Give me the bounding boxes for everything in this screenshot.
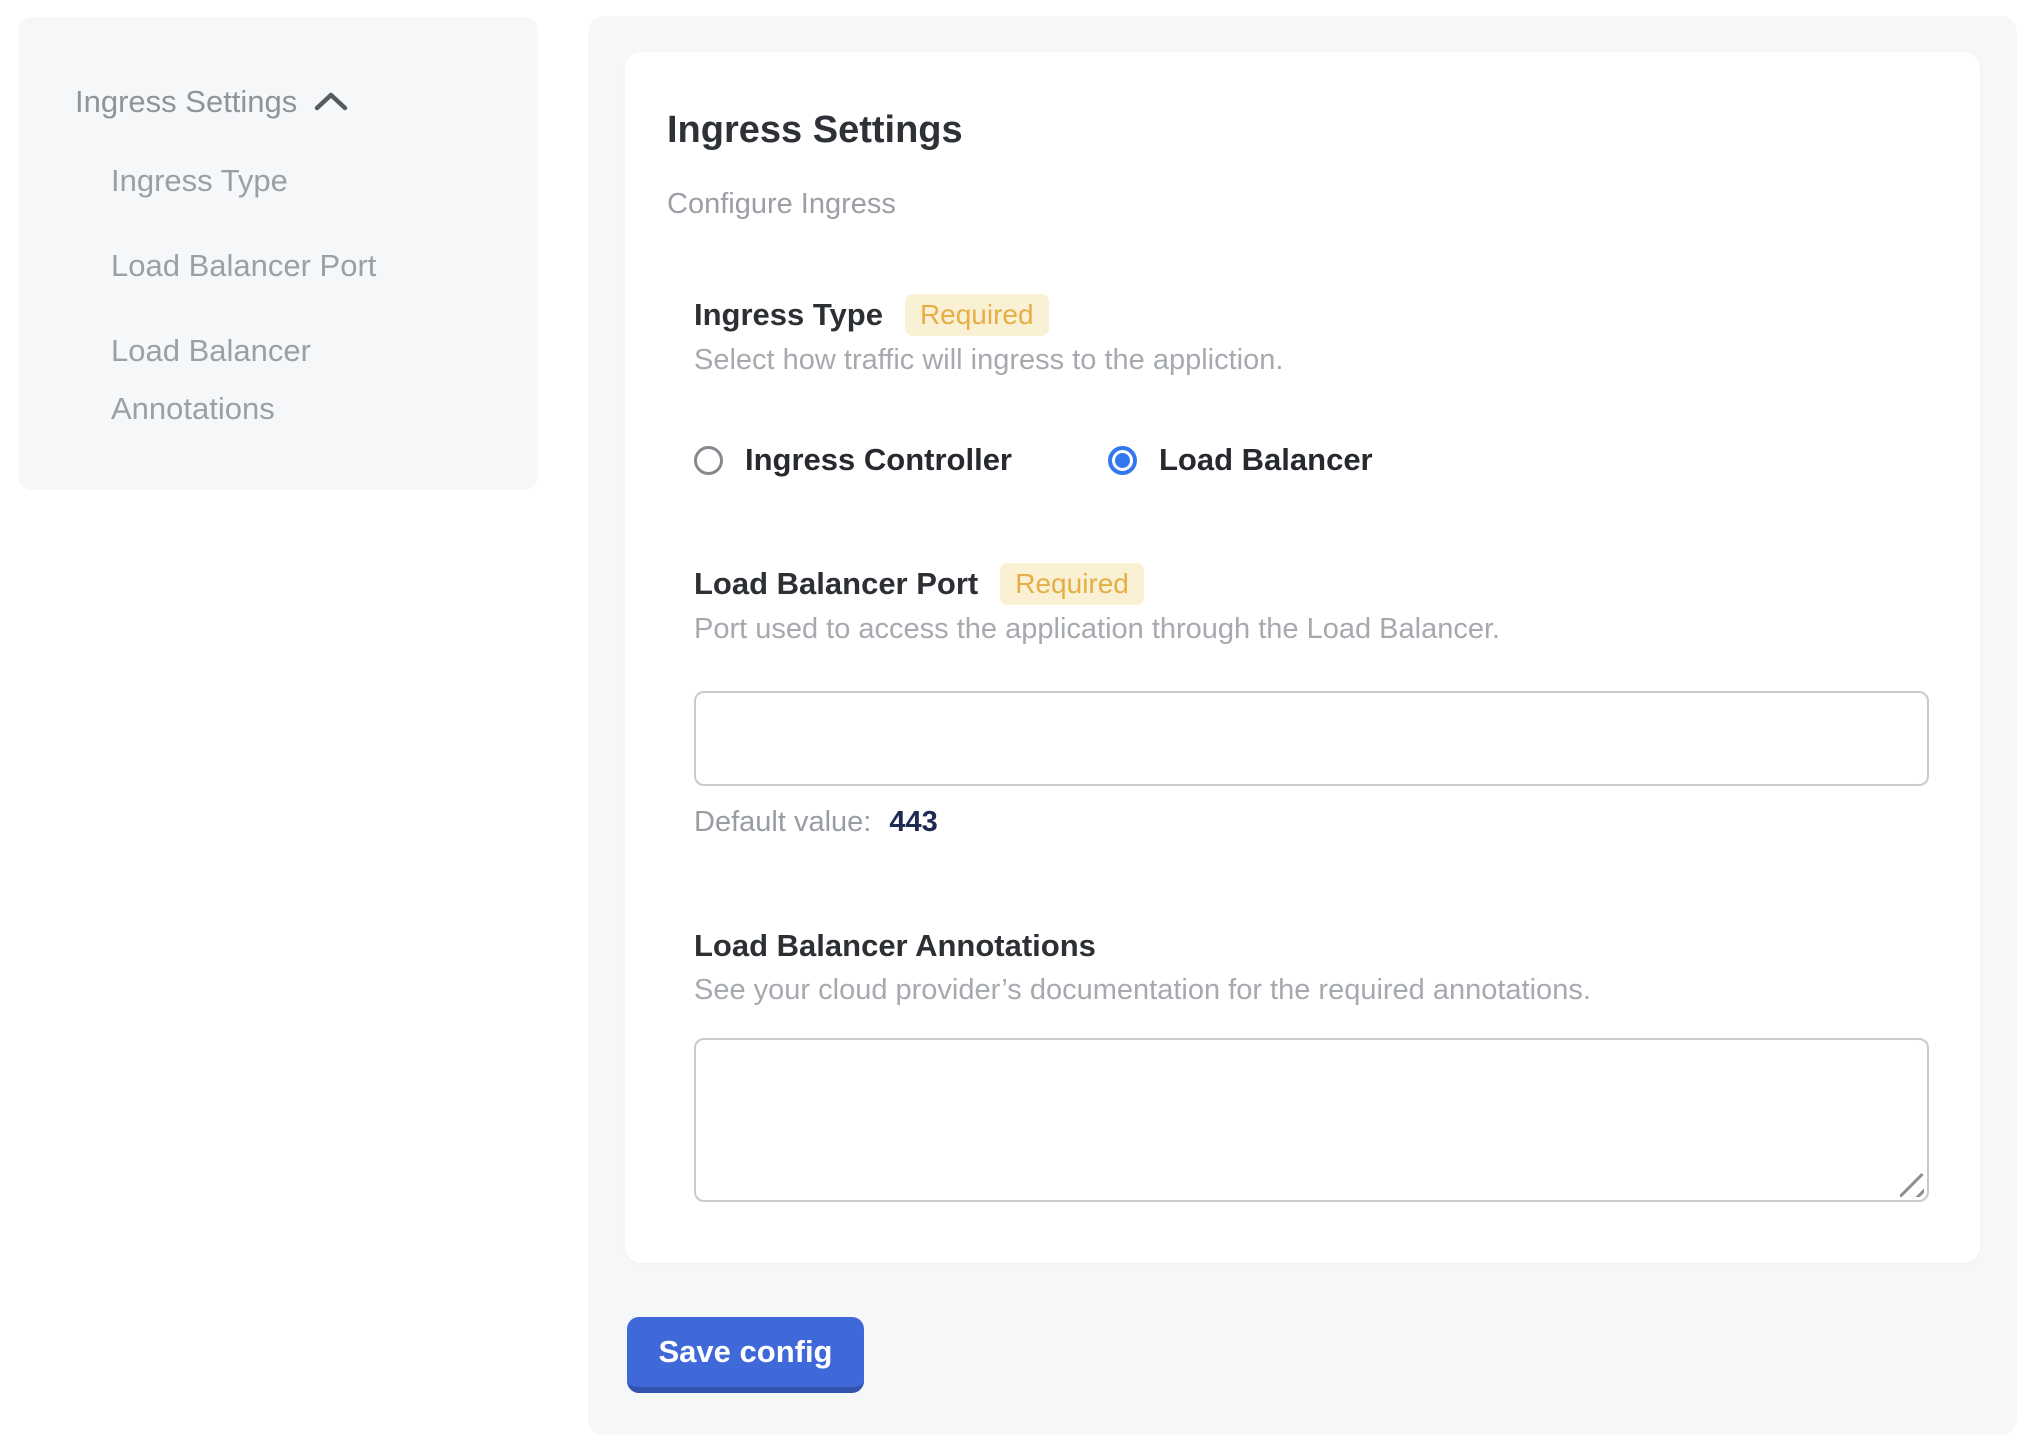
lb-annotations-heading-row: Load Balancer Annotations (694, 926, 1930, 966)
required-badge: Required (1000, 563, 1144, 605)
chevron-up-icon (313, 90, 349, 114)
section-ingress-type: Ingress Type Required Select how traffic… (694, 294, 1930, 480)
ingress-type-radio-group: Ingress Controller Load Balancer (694, 440, 1930, 480)
page-subtitle: Configure Ingress (667, 186, 1930, 222)
form-sections: Ingress Type Required Select how traffic… (694, 294, 1930, 1202)
load-balancer-annotations-textarea[interactable] (694, 1038, 1929, 1202)
lb-port-heading-row: Load Balancer Port Required (694, 563, 1930, 605)
radio-load-balancer[interactable] (1108, 446, 1137, 475)
lb-annotations-label: Load Balancer Annotations (694, 926, 1096, 966)
section-load-balancer-annotations: Load Balancer Annotations See your cloud… (694, 926, 1930, 1202)
nav-section-label: Ingress Settings (75, 82, 297, 122)
sidebar-item-ingress-type[interactable]: Ingress Type (111, 152, 431, 210)
default-value-label: Default value: (694, 806, 871, 838)
radio-label-ingress-controller: Ingress Controller (745, 440, 1012, 480)
sidebar-item-load-balancer-port[interactable]: Load Balancer Port (111, 237, 431, 295)
lb-annotations-description: See your cloud provider’s documentation … (694, 972, 1930, 1008)
sidebar-item-load-balancer-annotations[interactable]: Load Balancer Annotations (111, 322, 431, 438)
radio-option-ingress-controller[interactable]: Ingress Controller (694, 440, 1012, 480)
default-value-row: Default value: 443 (694, 804, 1930, 840)
lb-annotations-textarea-wrap (694, 1038, 1929, 1202)
lb-port-description: Port used to access the application thro… (694, 611, 1930, 647)
ingress-type-heading-row: Ingress Type Required (694, 294, 1930, 336)
default-value: 443 (889, 806, 937, 838)
radio-ingress-controller[interactable] (694, 446, 723, 475)
settings-nav-card: Ingress Settings Ingress Type Load Balan… (18, 17, 538, 490)
ingress-settings-card: Ingress Settings Configure Ingress Ingre… (625, 52, 1980, 1263)
ingress-type-label: Ingress Type (694, 295, 883, 335)
radio-option-load-balancer[interactable]: Load Balancer (1108, 440, 1373, 480)
config-panel: Ingress Settings Configure Ingress Ingre… (588, 16, 2017, 1435)
section-load-balancer-port: Load Balancer Port Required Port used to… (694, 563, 1930, 840)
lb-port-label: Load Balancer Port (694, 564, 978, 604)
ingress-type-description: Select how traffic will ingress to the a… (694, 342, 1930, 378)
save-config-button[interactable]: Save config (627, 1317, 864, 1393)
nav-items: Ingress Type Load Balancer Port Load Bal… (75, 152, 508, 438)
radio-label-load-balancer: Load Balancer (1159, 440, 1373, 480)
load-balancer-port-input[interactable] (694, 691, 1929, 786)
sidebar-item-ingress-settings[interactable]: Ingress Settings (75, 82, 508, 122)
required-badge: Required (905, 294, 1049, 336)
page-title: Ingress Settings (667, 108, 1930, 152)
